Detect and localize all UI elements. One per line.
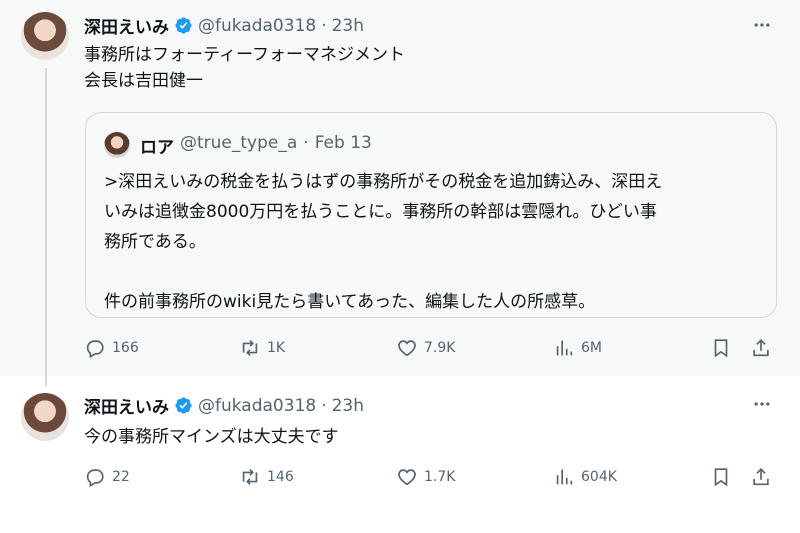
share-button[interactable] — [750, 466, 772, 488]
view-count: 6M — [581, 340, 602, 356]
like-button[interactable]: 7.9K — [396, 337, 455, 359]
repost-icon — [242, 469, 258, 485]
tweet-header: 深田えいみ @fukada0318 · 23h — [84, 13, 364, 39]
repost-button[interactable]: 146 — [239, 466, 294, 488]
views-icon — [556, 469, 573, 485]
repost-count: 1K — [267, 340, 286, 356]
share-button[interactable] — [750, 337, 772, 359]
quoted-header: ロア @true_type_a · Feb 13 — [140, 133, 372, 158]
quoted-date: Feb 13 — [314, 133, 372, 153]
reply-icon — [86, 469, 104, 488]
bookmark-icon — [714, 339, 728, 358]
quoted-tweet[interactable]: ロア @true_type_a · Feb 13 >深田えいみの税金を払うはずの… — [85, 112, 777, 318]
bookmark-icon — [714, 468, 728, 487]
bookmark-button[interactable] — [710, 337, 732, 359]
quoted-avatar — [104, 132, 130, 158]
repost-count: 146 — [267, 469, 294, 485]
thread-line — [45, 68, 47, 386]
reply-count: 22 — [112, 469, 130, 485]
like-count: 7.9K — [424, 340, 456, 356]
reply-button[interactable]: 166 — [84, 337, 139, 359]
quoted-display-name: ロア — [140, 138, 174, 158]
quoted-handle: @true_type_a — [180, 133, 298, 153]
action-bar: 22 146 1.7K 604K — [84, 466, 784, 490]
share-icon — [753, 468, 769, 486]
display-name[interactable]: 深田えいみ — [84, 13, 169, 38]
tweet-text: 事務所はフォーティーフォーマネジメント 会長は吉田健一 — [84, 45, 405, 91]
timestamp[interactable]: 23h — [332, 16, 364, 36]
reply-icon — [86, 340, 104, 359]
separator-dot: · — [303, 133, 309, 153]
bookmark-button[interactable] — [710, 466, 732, 488]
like-button[interactable]: 1.7K — [396, 466, 455, 488]
repost-icon — [242, 340, 258, 356]
repost-button[interactable]: 1K — [239, 337, 285, 359]
avatar[interactable] — [21, 12, 69, 60]
display-name[interactable]: 深田えいみ — [84, 393, 169, 418]
share-icon — [753, 339, 769, 357]
views-icon — [556, 340, 573, 356]
like-icon — [398, 469, 416, 486]
action-bar: 166 1K 7.9K 6M — [84, 337, 784, 361]
tweet-text: 今の事務所マインズは大丈夫です — [84, 427, 339, 447]
reply-button[interactable]: 22 — [84, 466, 130, 488]
more-icon[interactable] — [750, 393, 774, 415]
timestamp[interactable]: 23h — [332, 396, 364, 416]
tweet-header: 深田えいみ @fukada0318 · 23h — [84, 393, 364, 419]
more-icon[interactable] — [750, 14, 774, 36]
reply-count: 166 — [112, 340, 139, 356]
quoted-text: >深田えいみの税金を払うはずの事務所がその税金を追加鋳込み、深田え いみは追徴金… — [104, 172, 663, 312]
like-icon — [398, 340, 416, 357]
user-handle[interactable]: @fukada0318 — [198, 396, 316, 416]
like-count: 1.7K — [424, 469, 456, 485]
view-count: 604K — [581, 469, 617, 485]
views-button[interactable]: 604K — [553, 466, 617, 488]
user-handle[interactable]: @fukada0318 — [198, 16, 316, 36]
verified-badge-icon — [175, 17, 192, 34]
verified-badge-icon — [175, 397, 192, 414]
separator-dot: · — [321, 15, 327, 36]
views-button[interactable]: 6M — [553, 337, 602, 359]
avatar[interactable] — [21, 393, 69, 441]
separator-dot: · — [321, 395, 327, 416]
